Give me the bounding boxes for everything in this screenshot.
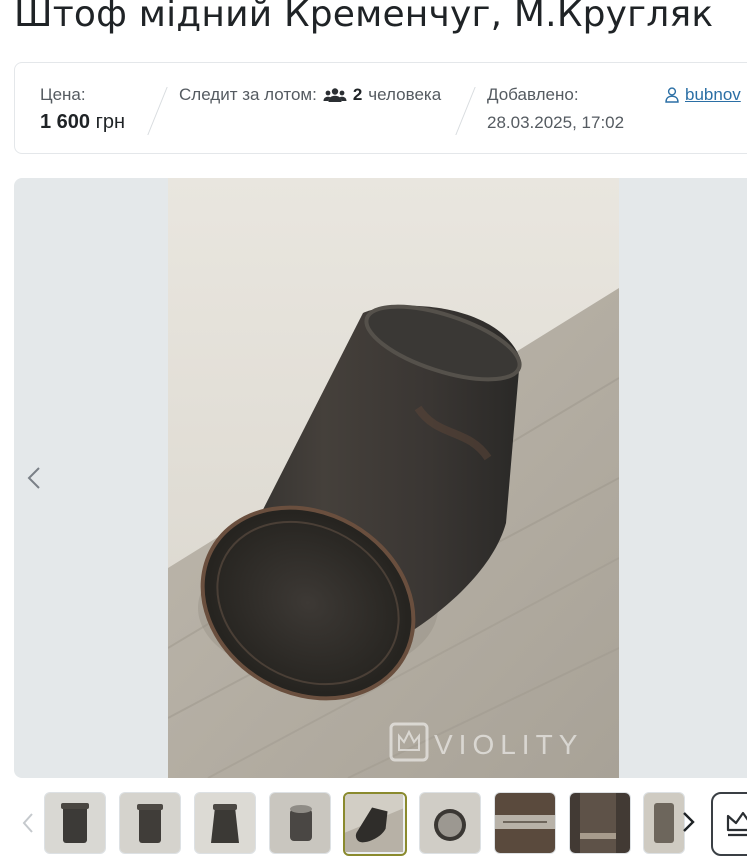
users-icon xyxy=(323,88,347,102)
thumbs-prev-button[interactable] xyxy=(20,812,36,834)
watchers-row: Следит за лотом: 2 человека xyxy=(179,85,441,105)
thumbnail-image xyxy=(570,793,630,853)
added-label: Добавлено: xyxy=(487,85,579,104)
chevron-right-icon xyxy=(683,812,695,832)
seller-link[interactable]: bubnov xyxy=(665,85,741,105)
watchers-count: 2 xyxy=(352,85,363,104)
price-label: Цена: xyxy=(40,85,86,104)
thumbnail[interactable] xyxy=(569,792,631,854)
divider xyxy=(147,87,168,135)
thumbnail-image xyxy=(270,793,330,853)
chevron-left-icon xyxy=(22,813,33,833)
thumbnail[interactable] xyxy=(419,792,481,854)
photo-gallery: VIOLITY xyxy=(14,178,747,778)
thumbnail-image xyxy=(495,793,555,853)
added-block: Добавлено: 28.03.2025, 17:02 xyxy=(487,85,624,133)
watchers-block: Следит за лотом: 2 человека xyxy=(179,85,441,105)
divider xyxy=(455,87,476,135)
lot-info-card: Цена: 1 600 грн Следит за лотом: 2 челов… xyxy=(14,62,747,154)
crown-button[interactable] xyxy=(711,792,747,856)
price-amount: 1 600 xyxy=(40,111,91,133)
watchers-unit: человека xyxy=(368,85,442,104)
thumbnail-image xyxy=(195,793,255,853)
thumbnail-image xyxy=(120,793,180,853)
thumbnail[interactable] xyxy=(44,792,106,854)
seller-name[interactable]: bubnov xyxy=(685,85,741,105)
price-block: Цена: 1 600 грн xyxy=(40,85,125,134)
main-photo[interactable]: VIOLITY xyxy=(168,178,619,778)
thumbs-next-button[interactable] xyxy=(678,810,698,834)
watermark-text: VIOLITY xyxy=(434,729,583,760)
crown-icon xyxy=(726,811,747,837)
photo-prev-button[interactable] xyxy=(22,460,46,496)
thumbnail-image xyxy=(45,793,105,853)
main-photo-image: VIOLITY xyxy=(168,178,619,778)
chevron-left-icon xyxy=(27,467,40,489)
thumbnail-image xyxy=(420,793,480,853)
thumbnail[interactable] xyxy=(494,792,556,854)
user-icon xyxy=(665,87,679,103)
thumbnail-image xyxy=(345,794,403,852)
thumbnail[interactable] xyxy=(194,792,256,854)
thumbnail[interactable] xyxy=(119,792,181,854)
thumbnail[interactable] xyxy=(269,792,331,854)
thumbnail-strip xyxy=(0,790,747,856)
seller-block: bubnov xyxy=(665,85,741,105)
price-value: 1 600 грн xyxy=(40,111,125,134)
thumbnail-active[interactable] xyxy=(343,792,407,856)
watchers-label: Следит за лотом: xyxy=(179,85,317,104)
price-currency: грн xyxy=(95,111,126,133)
added-date: 28.03.2025, 17:02 xyxy=(487,113,625,132)
page-title: Штоф мідний Кременчуг, М.Кругляк xyxy=(14,0,714,35)
